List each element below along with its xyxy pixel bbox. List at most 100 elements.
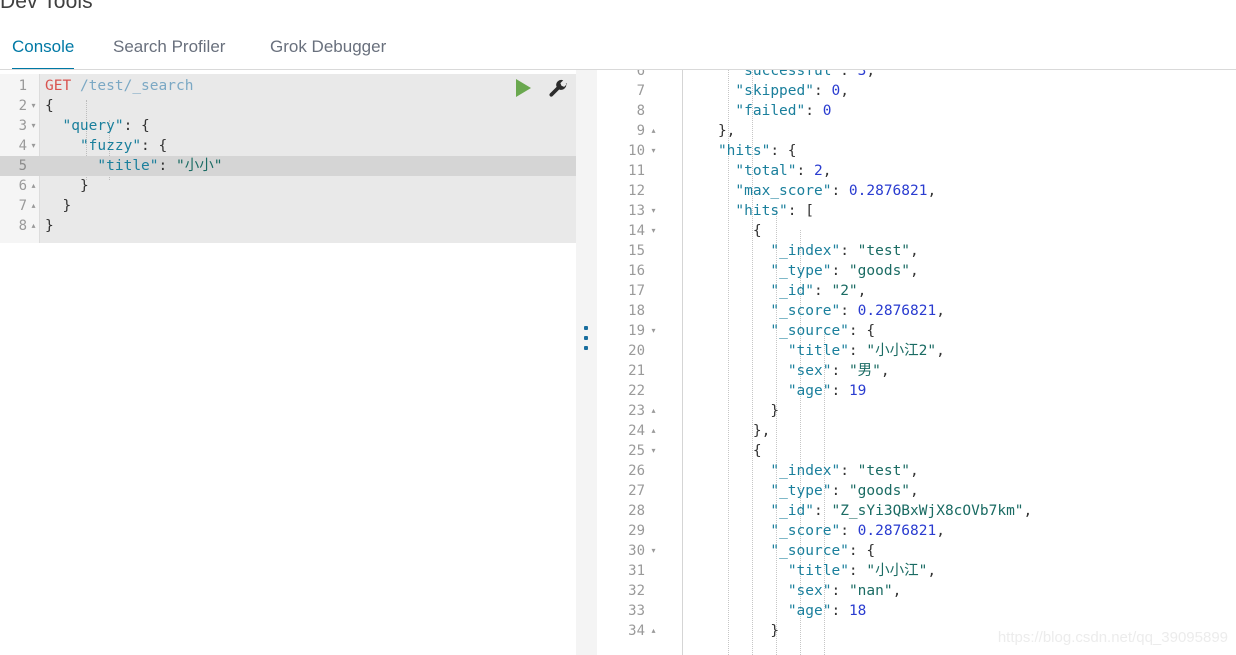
response-line[interactable]: 14 ▾ { [597, 221, 1236, 241]
line-number: 29 [628, 523, 645, 539]
response-line[interactable]: 31 "title": "小小江", [597, 561, 1236, 581]
line-number: 14 [628, 223, 645, 239]
code-text: } [79, 178, 89, 194]
response-line[interactable]: 23 ▴ } [597, 401, 1236, 421]
fold-toggle-icon[interactable]: ▴ [29, 216, 38, 236]
response-line[interactable]: 22 "age": 19 [597, 381, 1236, 401]
response-line[interactable]: 10 ▾ "hits": { [597, 141, 1236, 161]
editor-line[interactable]: 3 ▾ "query": { [0, 116, 576, 136]
line-number: 28 [628, 503, 645, 519]
code-text: "_type": "goods", [770, 263, 919, 279]
fold-toggle-icon[interactable]: ▴ [649, 121, 658, 141]
fold-toggle-icon[interactable]: ▴ [29, 196, 38, 216]
response-line[interactable]: 13 ▾ "hits": [ [597, 201, 1236, 221]
code-text: "_type": "goods", [770, 483, 919, 499]
fold-toggle-icon[interactable]: ▾ [29, 96, 38, 116]
response-line[interactable]: 28 "_id": "Z_sYi3QBxWjX8cOVb7km", [597, 501, 1236, 521]
fold-toggle-icon[interactable]: ▾ [649, 441, 658, 461]
response-line[interactable]: 15 "_index": "test", [597, 241, 1236, 261]
response-line[interactable]: 18 "_score": 0.2876821, [597, 301, 1236, 321]
code-text: "title": "小小江", [787, 563, 937, 579]
editor-line[interactable]: 6 ▴ } [0, 176, 576, 196]
line-number: 31 [628, 563, 645, 579]
pane-splitter[interactable] [576, 70, 597, 655]
fold-toggle-icon[interactable]: ▴ [649, 421, 658, 441]
code-text: "max_score": 0.2876821, [735, 183, 937, 199]
line-number: 27 [628, 483, 645, 499]
fold-toggle-icon [649, 521, 658, 541]
response-line[interactable]: 12 "max_score": 0.2876821, [597, 181, 1236, 201]
fold-toggle-icon[interactable]: ▾ [649, 321, 658, 341]
response-line[interactable]: 6 "successful": 3, [597, 70, 1236, 81]
fold-toggle-icon[interactable]: ▾ [649, 141, 658, 161]
response-line[interactable]: 34 ▴ } [597, 621, 1236, 641]
fold-toggle-icon[interactable]: ▴ [649, 621, 658, 641]
line-number: 12 [628, 183, 645, 199]
response-line[interactable]: 17 "_id": "2", [597, 281, 1236, 301]
line-number: 15 [628, 243, 645, 259]
fold-toggle-icon [649, 501, 658, 521]
fold-toggle-icon [649, 361, 658, 381]
response-line[interactable]: 30 ▾ "_source": { [597, 541, 1236, 561]
fold-toggle-icon[interactable]: ▾ [649, 541, 658, 561]
line-number: 11 [628, 163, 645, 179]
fold-toggle-icon[interactable]: ▾ [649, 201, 658, 221]
fold-toggle-icon [649, 461, 658, 481]
fold-toggle-icon[interactable]: ▴ [649, 401, 658, 421]
response-line[interactable]: 7 "skipped": 0, [597, 81, 1236, 101]
response-line[interactable]: 21 "sex": "男", [597, 361, 1236, 381]
response-line[interactable]: 33 "age": 18 [597, 601, 1236, 621]
line-number: 8 [636, 103, 645, 119]
tab-console[interactable]: Console [12, 30, 75, 70]
editor-line[interactable]: 2 ▾{ [0, 96, 576, 116]
line-number: 13 [628, 203, 645, 219]
code-text: "successful": 3, [735, 70, 876, 79]
request-editor-pane[interactable]: 1 GET /test/_search 2 ▾{3 ▾ "query": {4 ▾ "fu… [0, 70, 576, 655]
tab-grok-debugger[interactable]: Grok Debugger [270, 30, 386, 70]
fold-toggle-icon [649, 581, 658, 601]
fold-toggle-icon [649, 161, 658, 181]
response-line[interactable]: 16 "_type": "goods", [597, 261, 1236, 281]
code-text: "_index": "test", [770, 463, 919, 479]
response-line[interactable]: 29 "_score": 0.2876821, [597, 521, 1236, 541]
editor-line[interactable]: 5 "title": "小小" [0, 156, 576, 176]
response-line[interactable]: 20 "title": "小小江2", [597, 341, 1236, 361]
request-editor-actions [512, 76, 576, 104]
response-viewer-pane[interactable]: https://blog.csdn.net/qq_39095899 6 "suc… [597, 70, 1236, 655]
response-line[interactable]: 24 ▴ }, [597, 421, 1236, 441]
dev-tools-app: Dev Tools Console Search Profiler Grok D… [0, 0, 1236, 655]
response-line[interactable]: 8 "failed": 0 [597, 101, 1236, 121]
response-line[interactable]: 11 "total": 2, [597, 161, 1236, 181]
response-line[interactable]: 26 "_index": "test", [597, 461, 1236, 481]
code-text: { [752, 443, 762, 459]
fold-toggle-icon[interactable]: ▾ [29, 116, 38, 136]
response-line[interactable]: 9 ▴ }, [597, 121, 1236, 141]
response-line[interactable]: 32 "sex": "nan", [597, 581, 1236, 601]
wrench-icon[interactable] [547, 78, 569, 100]
code-text: "failed": 0 [735, 103, 832, 119]
fold-toggle-icon [649, 101, 658, 121]
response-line[interactable]: 25 ▾ { [597, 441, 1236, 461]
line-number: 18 [628, 303, 645, 319]
fold-toggle-icon [649, 81, 658, 101]
fold-toggle-icon[interactable]: ▾ [29, 136, 38, 156]
response-line[interactable]: 19 ▾ "_source": { [597, 321, 1236, 341]
fold-toggle-icon[interactable]: ▾ [649, 221, 658, 241]
editor-line[interactable]: 7 ▴ } [0, 196, 576, 216]
response-line[interactable]: 27 "_type": "goods", [597, 481, 1236, 501]
request-editor-surface[interactable]: 1 GET /test/_search 2 ▾{3 ▾ "query": {4 ▾ "fu… [0, 74, 576, 243]
line-number: 7 [636, 83, 645, 99]
splitter-grip-icon[interactable] [584, 326, 589, 356]
code-text: } [45, 218, 54, 234]
fold-toggle-icon[interactable]: ▴ [29, 176, 38, 196]
tab-search-profiler[interactable]: Search Profiler [113, 30, 225, 70]
play-icon[interactable] [516, 79, 531, 97]
editor-line[interactable]: 8 ▴} [0, 216, 576, 236]
editor-line[interactable]: 4 ▾ "fuzzy": { [0, 136, 576, 156]
code-text: "title": "小小" [97, 158, 223, 174]
fold-toggle-icon [649, 70, 658, 81]
code-text: "age": 18 [787, 603, 867, 619]
line-number: 20 [628, 343, 645, 359]
line-number: 22 [628, 383, 645, 399]
editor-line[interactable]: 1 GET /test/_search [0, 76, 576, 96]
